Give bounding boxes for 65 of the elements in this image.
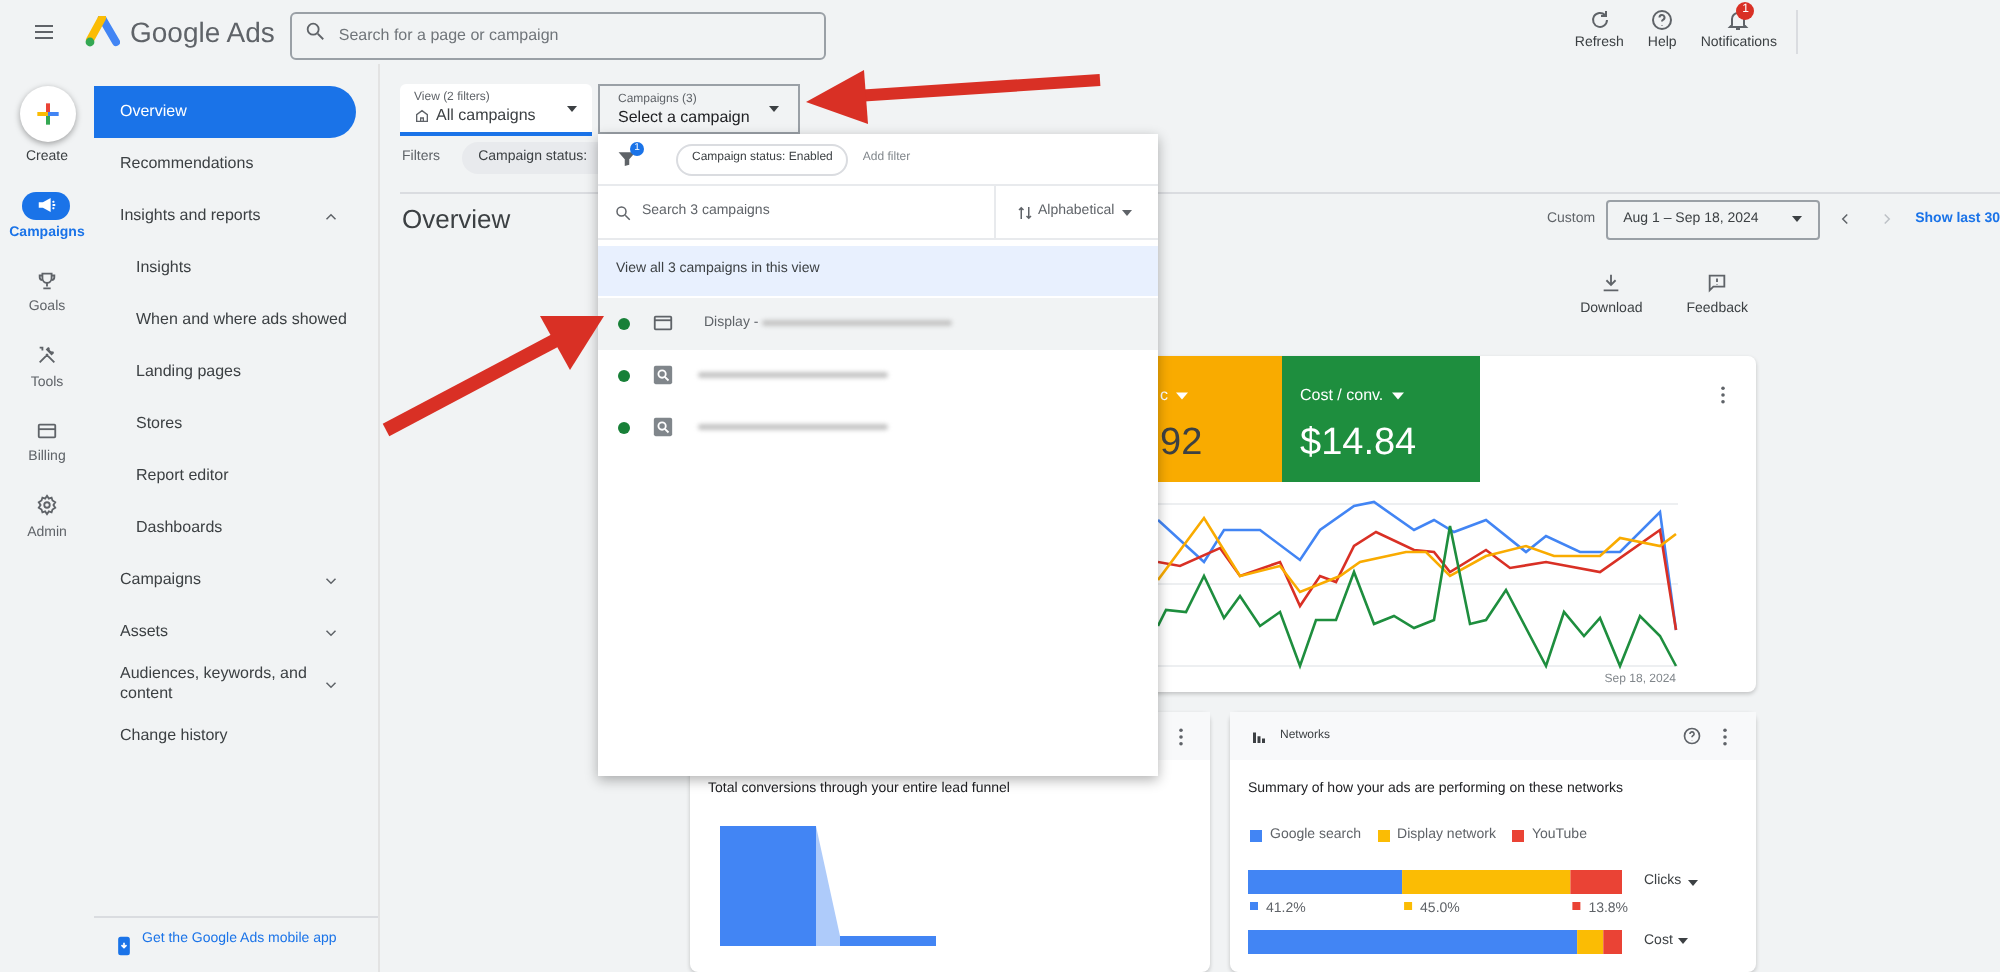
value-swatch (1572, 902, 1581, 910)
nav-item[interactable]: Campaigns (94, 554, 356, 606)
caret-icon (1791, 216, 1802, 223)
phone-icon (114, 932, 134, 960)
metric-label: Cost / conv. (1300, 384, 1384, 409)
more-icon[interactable] (1722, 727, 1728, 745)
download-icon (1600, 271, 1623, 294)
tools-icon (36, 344, 58, 366)
window-icon (652, 312, 674, 335)
logo-icon (84, 16, 120, 48)
caret-icon (1687, 879, 1698, 886)
nav-item[interactable]: Recommendations (94, 138, 356, 190)
more-icon[interactable] (1178, 727, 1184, 745)
legend-swatch (1511, 829, 1524, 842)
search-icon (652, 364, 674, 387)
plus-icon (31, 98, 63, 130)
refresh-icon (1587, 8, 1612, 33)
legend-swatch (1377, 829, 1390, 842)
caret-icon (566, 105, 578, 111)
help-icon (1650, 8, 1675, 33)
megaphone-icon (35, 194, 58, 216)
nav-item[interactable]: Insights (94, 242, 356, 294)
building-icon (414, 108, 430, 124)
nav-item[interactable]: Change history (94, 710, 356, 762)
caret-icon (1122, 209, 1133, 215)
menu-button[interactable] (32, 20, 56, 44)
nav-item[interactable]: Report editor (94, 450, 356, 502)
more-icon[interactable] (1720, 386, 1726, 405)
caret-icon (768, 106, 780, 112)
filter-icon (618, 150, 636, 168)
bell-icon (1726, 8, 1751, 33)
legend-swatch (1250, 829, 1262, 842)
nav-item[interactable]: Assets (94, 606, 356, 658)
bar-segment (1603, 930, 1622, 954)
nav-item[interactable]: Insights and reports (94, 190, 356, 242)
nav-item[interactable]: Audiences, keywords, and content (94, 658, 356, 710)
search-field[interactable]: Search for a page or campaign (290, 11, 827, 59)
bar-chart-icon (1250, 727, 1268, 745)
sort-icon (1016, 203, 1034, 221)
metric-value: $14.84 (1300, 420, 1419, 469)
metric-tile[interactable]: c 92 (1158, 356, 1282, 483)
gear-icon (36, 494, 58, 516)
page-title: Overview (402, 202, 511, 239)
card-icon (36, 419, 58, 441)
nav-item[interactable]: Overview (94, 86, 356, 138)
metric-label: c (1160, 384, 1168, 409)
search-icon (652, 416, 674, 439)
metric-value: 92 (1160, 420, 1205, 469)
nav-item[interactable]: Stores (94, 398, 356, 450)
product-name: Google Ads (130, 13, 275, 52)
nav-item[interactable]: Dashboards (94, 502, 356, 554)
search-icon (304, 20, 327, 42)
caret-icon (1678, 938, 1689, 945)
caret-icon (1391, 392, 1404, 401)
help-icon (1682, 726, 1702, 746)
feedback-icon (1706, 271, 1729, 294)
trophy-icon (36, 269, 58, 291)
value-swatch (1404, 902, 1413, 910)
caret-icon (1176, 392, 1188, 401)
nav-item[interactable]: When and where ads showed (94, 294, 356, 346)
nav-item[interactable]: Landing pages (94, 346, 356, 398)
value-swatch (1250, 902, 1258, 910)
search-icon (614, 203, 632, 221)
metric-tile[interactable]: Cost / conv. $14.84 (1282, 356, 1480, 483)
menu-icon (32, 20, 56, 44)
